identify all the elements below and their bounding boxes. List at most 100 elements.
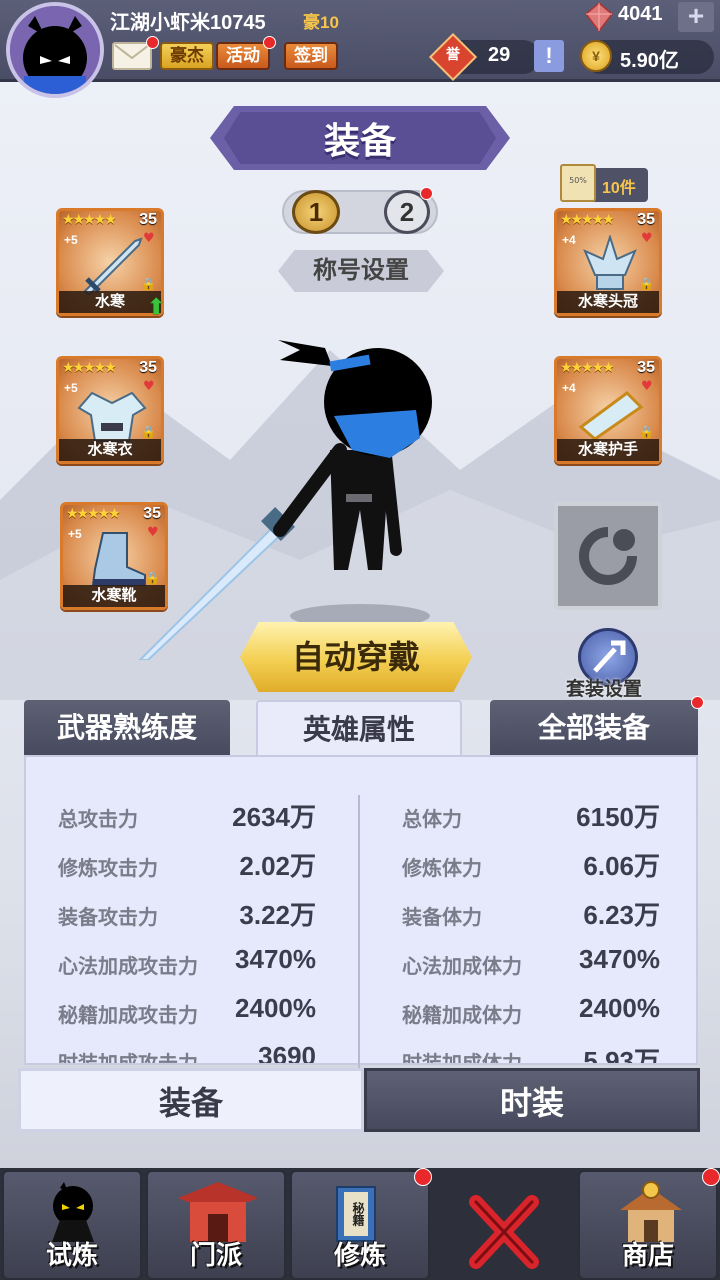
auto-equip-button[interactable]: 自动穿戴	[240, 622, 472, 692]
book-icon: 秘籍	[336, 1186, 376, 1242]
honor-badge-label: 誉	[446, 46, 460, 62]
coin-icon: ¥	[580, 40, 612, 72]
vip-level: 豪10	[303, 13, 339, 32]
loadout-2-button[interactable]: 2	[384, 187, 433, 234]
nav-battle[interactable]	[436, 1172, 572, 1280]
sword-icon	[83, 237, 143, 295]
book-title: 秘籍	[344, 1192, 368, 1236]
enhance-level: +5	[64, 381, 78, 395]
item-level: 35	[637, 359, 655, 376]
item-name: 水寒	[59, 291, 161, 313]
page-title: 装备	[323, 120, 396, 161]
info-button[interactable]: !	[534, 40, 564, 72]
scroll-icon: 50%	[560, 164, 596, 202]
helmet-slot[interactable]: ★★★★★ 35 +4 ♥ 🔒 水寒头冠	[554, 208, 662, 316]
haojie-button[interactable]: 豪杰	[160, 42, 214, 70]
add-gems-button[interactable]: +	[678, 2, 714, 32]
stat-value: 6.06万	[583, 851, 660, 881]
stat-value: 2400%	[235, 993, 316, 1023]
stat-value: 6150万	[576, 802, 660, 832]
stat-value: 2400%	[579, 993, 660, 1023]
loadout-1-button[interactable]: 1	[292, 190, 340, 234]
column-divider	[358, 795, 360, 1075]
stat-label: 时装加成体力	[402, 1053, 522, 1065]
suit-settings-label: 套装设置	[566, 679, 643, 700]
avatar[interactable]	[6, 2, 104, 98]
loadout-2-label: 2	[399, 197, 415, 227]
nav-cultivate[interactable]: 秘籍 修炼	[290, 1168, 432, 1280]
stat-label: 装备攻击力	[58, 907, 158, 929]
notification-dot	[414, 1168, 432, 1186]
rarity-stars: ★★★★★	[66, 506, 121, 522]
bracer-icon	[578, 391, 644, 441]
tab-fashion[interactable]: 时装	[364, 1068, 700, 1132]
enhance-level: +4	[562, 381, 576, 395]
stat-label: 修炼攻击力	[58, 858, 158, 880]
signin-button[interactable]: 签到	[284, 42, 338, 70]
rarity-stars: ★★★★★	[62, 212, 117, 228]
notification-dot	[702, 1168, 720, 1186]
nav-sect[interactable]: 门派	[146, 1170, 286, 1280]
mail-button[interactable]	[112, 36, 159, 70]
envelope-icon	[114, 44, 150, 60]
stat-value: 3.22万	[239, 900, 316, 930]
item-level: 35	[139, 211, 157, 228]
stat-label: 秘籍加成体力	[402, 1005, 522, 1027]
item-level: 35	[637, 211, 655, 228]
rarity-stars: ★★★★★	[560, 360, 615, 376]
rarity-stars: ★★★★★	[62, 360, 117, 376]
gem-count: 4041	[618, 3, 663, 25]
upgrade-arrow-icon: ⬆	[147, 295, 166, 320]
nav-trial[interactable]: 试炼	[2, 1170, 142, 1280]
item-name: 水寒头冠	[557, 291, 659, 313]
tab-label: 全部装备	[537, 712, 650, 743]
notification-dot	[420, 187, 433, 200]
stat-value: 3470%	[235, 944, 316, 974]
stat-label: 总攻击力	[58, 809, 138, 831]
nav-label: 商店	[621, 1240, 674, 1270]
lock-icon: 🔒	[141, 277, 156, 291]
title-settings-button[interactable]: 称号设置	[278, 250, 444, 292]
player-name: 江湖小虾米10745	[110, 12, 266, 34]
enhance-level: +5	[64, 233, 78, 247]
gem-icon	[584, 2, 614, 33]
suit-pieces-count: 10件	[602, 180, 636, 197]
nav-label: 门派	[189, 1240, 242, 1270]
stats-panel: 总攻击力 2634万 修炼攻击力 2.02万 装备攻击力 3.22万 心法加成攻…	[24, 755, 698, 1065]
coin-count: 5.90亿	[620, 50, 679, 72]
tab-all-equipment[interactable]: 全部装备	[490, 696, 704, 756]
stat-value: 3470%	[579, 944, 660, 974]
crossed-swords-icon	[469, 1195, 539, 1269]
honor-count: 29	[488, 44, 511, 66]
gauntlet-slot[interactable]: ★★★★★ 35 +4 ♥ 🔒 水寒护手	[554, 356, 662, 464]
nav-label: 修炼	[333, 1240, 386, 1270]
lock-icon: 🔒	[639, 277, 654, 291]
crown-icon	[583, 235, 637, 290]
tab-hero-attributes[interactable]: 英雄属性	[256, 700, 462, 756]
events-button[interactable]: 活动	[216, 36, 276, 70]
stat-value: 6.23万	[583, 900, 660, 930]
accessory-placeholder-icon	[579, 527, 637, 585]
notification-dot	[691, 696, 704, 709]
character-figure	[138, 340, 432, 660]
lock-icon: 🔒	[639, 425, 654, 439]
rarity-stars: ★★★★★	[560, 212, 615, 228]
tab-equipment[interactable]: 装备	[18, 1068, 364, 1132]
ninja-icon	[52, 1182, 94, 1242]
tab-weapon-mastery[interactable]: 武器熟练度	[24, 700, 230, 756]
stat-value: 2.02万	[239, 851, 316, 881]
stat-label: 总体力	[402, 809, 462, 831]
ninja-avatar-icon	[10, 6, 100, 94]
enhance-level: +5	[68, 527, 82, 541]
empty-slot[interactable]	[554, 502, 662, 610]
stat-label: 心法加成体力	[402, 956, 522, 978]
weapon-slot[interactable]: ★★★★★ 35 +5 ♥ 🔒 水寒 ⬆	[56, 208, 165, 319]
stat-value: 5.93万	[583, 1046, 660, 1065]
item-name: 水寒护手	[557, 439, 659, 461]
stat-label: 修炼体力	[402, 858, 482, 880]
nav-shop[interactable]: 商店	[578, 1168, 720, 1280]
enhance-level: +4	[562, 233, 576, 247]
stat-value: 3690	[258, 1041, 316, 1065]
stat-label: 装备体力	[402, 907, 482, 929]
notification-dot	[146, 36, 159, 49]
